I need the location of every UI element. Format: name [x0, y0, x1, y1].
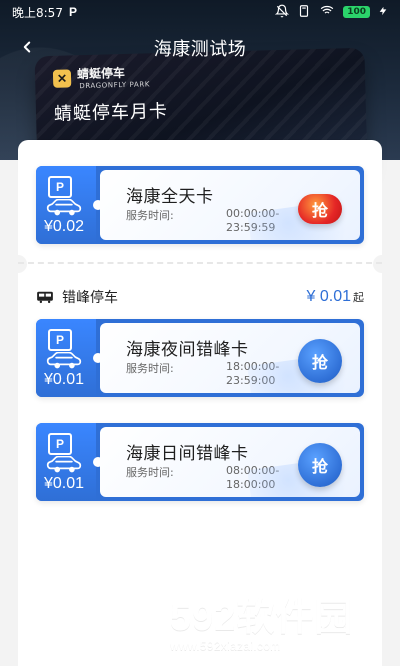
- status-app-mark: P: [68, 5, 77, 19]
- app-screen: 晚上8:57 P 100 海康测试场 ✕ 蜻蜓停车 DRAGONFLY PARK…: [0, 0, 400, 666]
- ticket-right: 海康全天卡 服务时间: 00:00:00- 23:59:59 抢: [100, 170, 360, 240]
- ticket-price: ¥0.01: [44, 475, 85, 492]
- page-title: 海康测试场: [153, 39, 247, 60]
- sim-icon: [297, 4, 311, 21]
- brand-en: DRAGONFLY PARK: [79, 80, 151, 91]
- service-time-end: 23:59:59: [226, 221, 276, 234]
- ticket-left: P ¥0.01: [36, 319, 96, 397]
- grab-label: 抢: [311, 201, 328, 220]
- ticket-name: 海康全天卡: [126, 187, 214, 207]
- parking-p-icon: P: [48, 329, 72, 351]
- ticket-price: ¥0.02: [44, 218, 85, 235]
- grab-button[interactable]: 抢: [298, 194, 342, 224]
- wifi-icon: [319, 4, 335, 21]
- car-icon: [46, 199, 82, 216]
- ticket-name: 海康日间错峰卡: [126, 444, 249, 464]
- status-right: 100: [275, 4, 388, 21]
- section-title: 错峰停车: [62, 290, 118, 306]
- battery-icon: 100: [343, 6, 370, 18]
- parking-p-icon: P: [48, 433, 72, 455]
- bus-card-icon: [37, 291, 53, 304]
- charging-icon: [378, 4, 388, 21]
- status-left: 晚上8:57 P: [12, 4, 77, 21]
- dashed-separator: [18, 262, 382, 264]
- parking-p-icon: P: [48, 176, 72, 198]
- battery-level: 100: [347, 7, 366, 17]
- ticket-day-off-peak[interactable]: P ¥0.01 海康日间错峰卡 服务时间: 08:00:00- 18:00:00…: [36, 423, 364, 501]
- ticket-right: 海康夜间错峰卡 服务时间: 18:00:00- 23:59:00 抢: [100, 323, 360, 393]
- dragonfly-logo: ✕: [52, 68, 72, 88]
- top-nav: 海康测试场: [0, 26, 400, 70]
- service-time-label: 服务时间:: [126, 209, 174, 222]
- ticket-left: P ¥0.02: [36, 166, 96, 244]
- ticket-right: 海康日间错峰卡 服务时间: 08:00:00- 18:00:00 抢: [100, 427, 360, 497]
- ticket-name: 海康夜间错峰卡: [126, 340, 249, 360]
- back-button[interactable]: [12, 32, 42, 62]
- section-price-suffix: 起: [353, 292, 364, 304]
- service-time-label: 服务时间:: [126, 362, 174, 375]
- ticket-price: ¥0.01: [44, 371, 85, 388]
- grab-button[interactable]: 抢: [298, 443, 342, 487]
- service-time-end: 23:59:00: [226, 374, 276, 387]
- grab-label: 抢: [311, 353, 328, 372]
- status-time: 晚上8:57: [12, 5, 63, 20]
- notification-muted-icon: [275, 4, 290, 21]
- ticket-left: P ¥0.01: [36, 423, 96, 501]
- section-price-value: ¥ 0.01: [306, 288, 351, 305]
- grab-button[interactable]: 抢: [298, 339, 342, 383]
- section-header: 错峰停车 ¥ 0.01 起: [36, 286, 364, 308]
- service-time-start: 08:00:00-: [226, 464, 280, 477]
- service-time-start: 18:00:00-: [226, 360, 280, 373]
- grab-label: 抢: [311, 457, 328, 476]
- car-icon: [46, 352, 82, 369]
- service-time-start: 00:00:00-: [226, 207, 280, 220]
- chevron-left-icon: [23, 41, 31, 53]
- status-bar: 晚上8:57 P 100: [0, 0, 400, 24]
- month-card-name: 蜻蜓停车月卡: [53, 100, 169, 125]
- car-icon: [46, 456, 82, 473]
- ticket-all-day[interactable]: P ¥0.02 海康全天卡 服务时间: 00:00:00- 23:59:59 抢: [36, 166, 364, 244]
- service-time-label: 服务时间:: [126, 466, 174, 479]
- section-left: 错峰停车: [36, 287, 118, 307]
- service-time-end: 18:00:00: [226, 478, 276, 491]
- ticket-night-off-peak[interactable]: P ¥0.01 海康夜间错峰卡 服务时间: 18:00:00- 23:59:00…: [36, 319, 364, 397]
- section-price: ¥ 0.01 起: [307, 288, 364, 306]
